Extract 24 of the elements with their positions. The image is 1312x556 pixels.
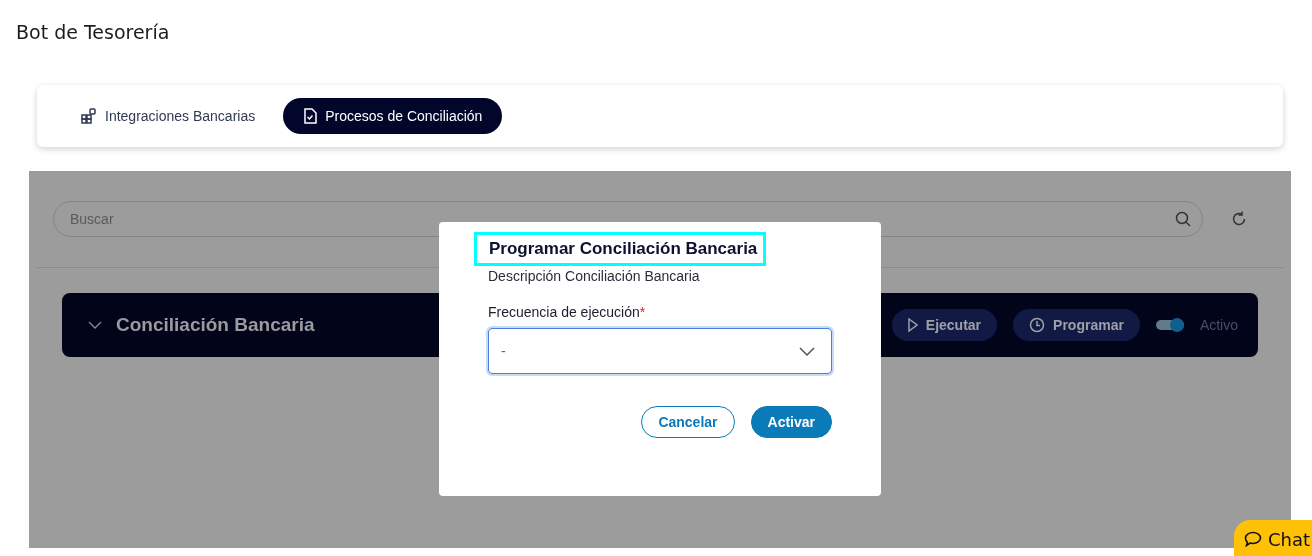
process-title: Conciliación Bancaria <box>116 314 316 336</box>
activate-button[interactable]: Activar <box>750 406 832 438</box>
dialog-title: Programar Conciliación Bancaria <box>474 232 767 266</box>
tab[interactable]: Procesos de Conciliación <box>283 98 503 134</box>
refresh-icon[interactable] <box>1231 211 1247 227</box>
play-icon <box>907 318 918 332</box>
app-title: Bot de Tesorería <box>15 20 171 45</box>
cancel-button[interactable]: Cancelar <box>641 406 735 438</box>
speech-bubble-icon <box>1244 531 1262 547</box>
toggle-switch[interactable] <box>1155 320 1184 330</box>
chevron-down-icon[interactable] <box>88 321 102 329</box>
document-check-icon <box>303 108 318 124</box>
action-button[interactable]: Programar <box>1013 309 1140 341</box>
dialog-description: Descripción Conciliación Bancaria <box>488 268 701 284</box>
chat-button[interactable]: Chat <box>1234 520 1312 556</box>
frequency-select[interactable]: - <box>488 328 832 374</box>
grid-icon <box>81 108 97 124</box>
action-button[interactable]: Ejecutar <box>891 309 998 341</box>
search-icon[interactable] <box>1175 211 1191 227</box>
tab[interactable]: Integraciones Bancarias <box>81 98 256 134</box>
toggle-label: Activo <box>1199 317 1238 333</box>
chevron-down-icon <box>799 346 815 356</box>
field-label: Frecuencia de ejecución* <box>488 304 647 320</box>
clock-icon <box>1029 317 1046 333</box>
